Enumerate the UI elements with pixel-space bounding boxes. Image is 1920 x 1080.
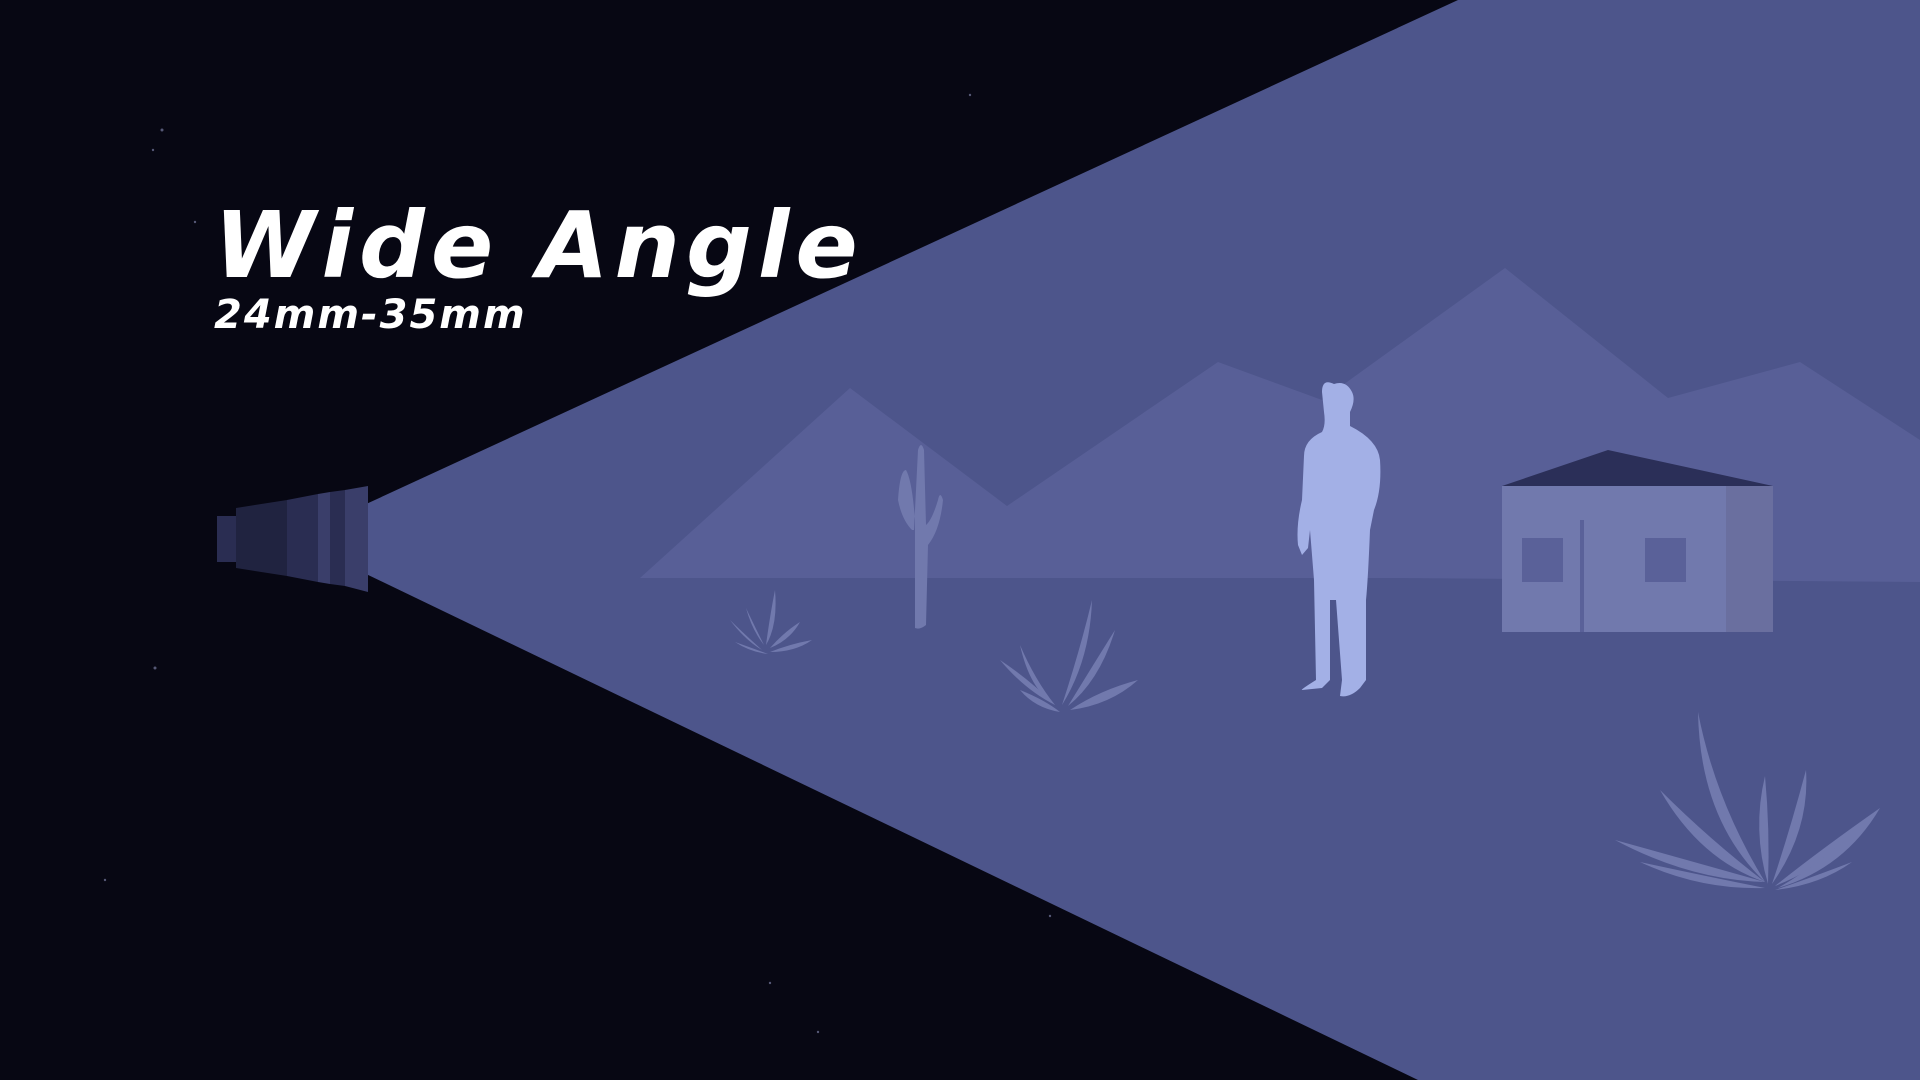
lens-ring-2 <box>330 490 345 586</box>
camera-lens-icon <box>217 486 368 592</box>
lens-barrel-mid <box>287 494 318 582</box>
wide-angle-diagram: Wide Angle 24mm-35mm <box>0 0 1920 1080</box>
lens-ring-1 <box>318 492 330 584</box>
house-side-wall <box>1726 486 1773 632</box>
lens-cap <box>217 516 239 562</box>
scene-illustration <box>103 0 1920 1080</box>
house-window-right <box>1645 538 1686 582</box>
lens-barrel-front <box>236 500 287 576</box>
diagram-title: Wide Angle <box>214 192 864 299</box>
house-window-left <box>1522 538 1563 582</box>
title-block: Wide Angle 24mm-35mm <box>214 192 864 339</box>
house-icon <box>1502 450 1773 632</box>
house-door-frame <box>1584 518 1624 632</box>
lens-ring-3 <box>345 486 368 592</box>
